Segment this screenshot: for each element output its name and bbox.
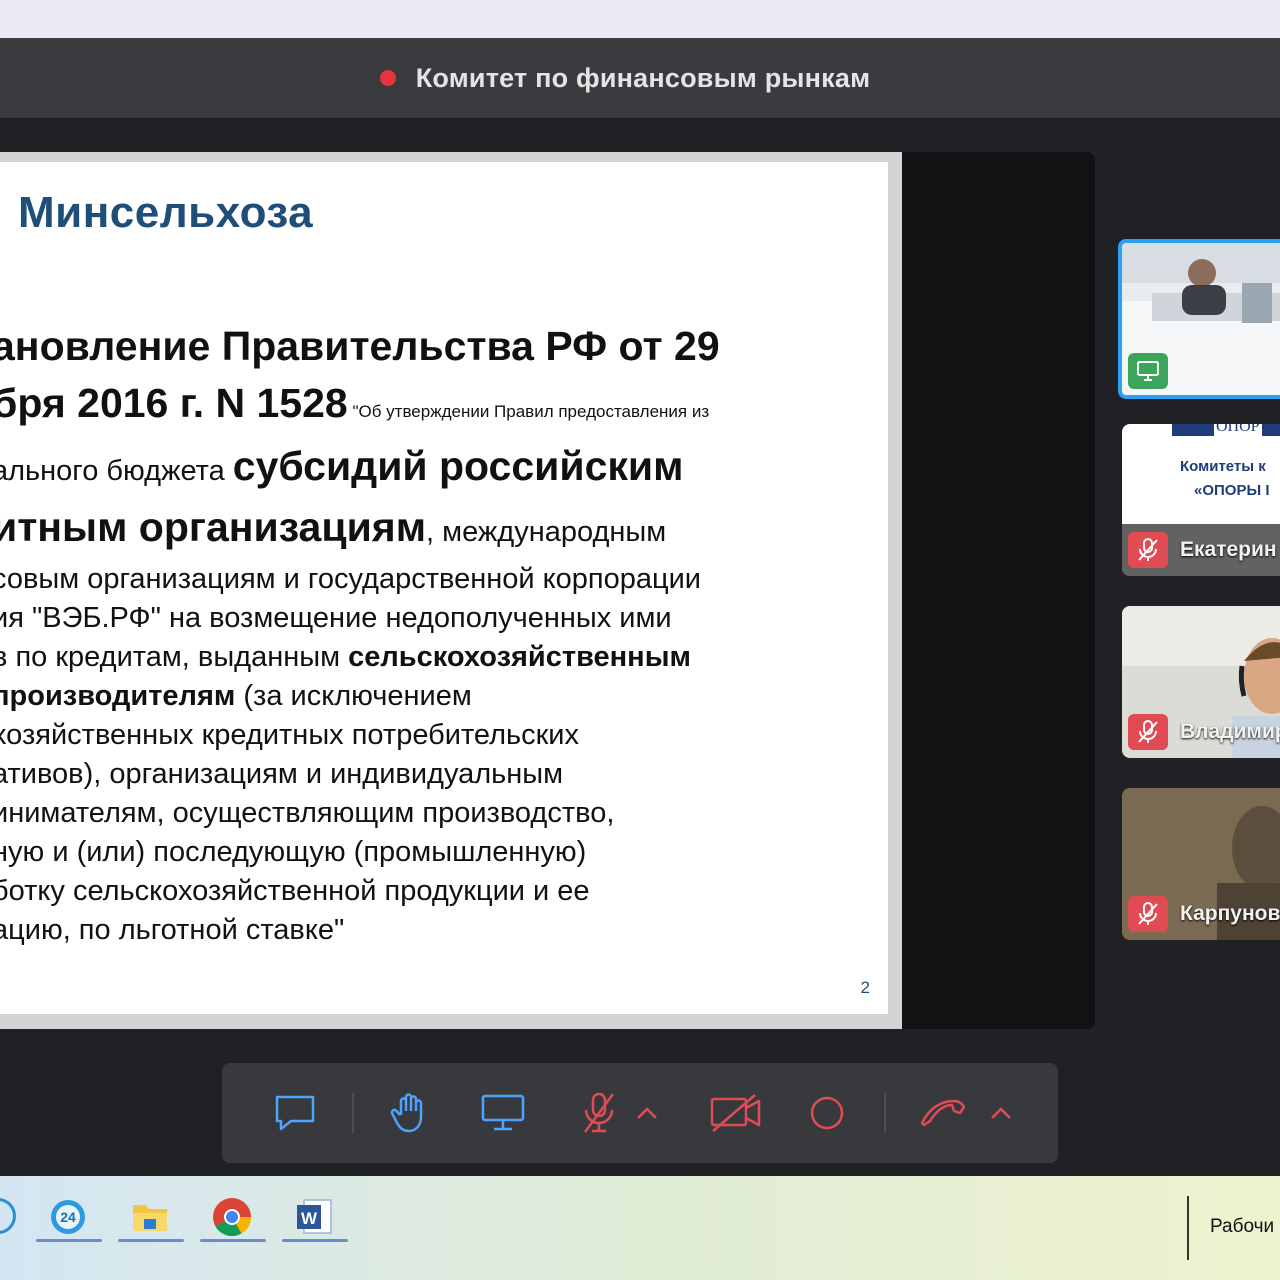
slide-text-run: итным организациям	[0, 504, 427, 550]
slide-text-line: бря 2016 г. N 1528 "Об утверждении Прави…	[0, 377, 888, 438]
slide-text-run: "Об утверждении Правил предоставления из	[347, 402, 710, 421]
shared-slide: Минсельхоза ановление Правительства РФ о…	[0, 152, 902, 1029]
taskbar-word[interactable]: W	[284, 1191, 344, 1243]
opora-logo-text: ОПОР	[1214, 424, 1262, 436]
mic-off-icon	[1138, 720, 1158, 743]
top-strip	[0, 0, 1280, 38]
raise-hand-button[interactable]	[384, 1088, 434, 1138]
participant-tile[interactable]: ОПОР Комитеты к «ОПОРЫ I Екатерин	[1122, 424, 1280, 576]
slide-text-run: инимателям, осуществляющим производство,	[0, 797, 615, 829]
share-screen-button[interactable]	[478, 1088, 528, 1138]
screen-share-icon	[481, 1094, 525, 1131]
slide-text-run: ботку сельскохозяйственной продукции и е…	[0, 875, 590, 907]
mic-off-badge	[1128, 714, 1168, 750]
meeting-title-bar: Комитет по финансовым рынкам	[0, 38, 1280, 118]
meeting-toolbar	[222, 1063, 1058, 1163]
slide-text-line: инимателям, осуществляющим производство,	[0, 794, 888, 833]
taskbar-file-explorer[interactable]	[120, 1191, 180, 1243]
slide-page-number: 2	[860, 978, 870, 997]
word-icon: W	[297, 1199, 332, 1234]
taskbar-app-24[interactable]: 24	[38, 1191, 98, 1243]
mic-off-icon	[1138, 902, 1158, 925]
chrome-icon	[213, 1198, 252, 1237]
slide-text-line: ботку сельскохозяйственной продукции и е…	[0, 872, 888, 911]
slide-text-line: ативов), организациям и индивидуальным	[0, 755, 888, 794]
slide-text-run: бря 2016 г. N 1528	[0, 380, 348, 426]
slide-text-line: ную и (или) последующую (промышленную)	[0, 833, 888, 872]
slide-text-run: ановление Правительства РФ от 29	[0, 323, 720, 369]
slide-text-run: ального бюджета	[0, 455, 233, 487]
slide-text-run: хозяйственных кредитных потребительских	[0, 719, 579, 751]
record-button[interactable]	[802, 1088, 852, 1138]
participant-name: Владимир	[1180, 720, 1280, 743]
partial-app-icon[interactable]	[0, 1198, 16, 1234]
24-app-icon: 24	[51, 1200, 85, 1234]
slide-text-run: сельскохозяйственным	[348, 641, 691, 673]
slide-text-run: ия "ВЭБ.РФ" на возмещение недополученных…	[0, 602, 672, 634]
taskbar-divider	[1187, 1196, 1189, 1260]
slide-page: Минсельхоза ановление Правительства РФ о…	[0, 162, 888, 1014]
slide-heading: Минсельхоза	[18, 188, 314, 237]
slide-text-line: ального бюджета субсидий российским	[0, 438, 888, 499]
record-icon	[810, 1096, 844, 1130]
slide-text-line: итным организациям, международным	[0, 499, 888, 560]
desktop-toolbar-label[interactable]: Рабочи	[1210, 1216, 1274, 1238]
slide-text-run: , международным	[426, 516, 667, 548]
meeting-title: Комитет по финансовым рынкам	[415, 62, 871, 93]
mic-off-icon	[1138, 538, 1158, 561]
participant-name: Екатерин	[1180, 538, 1277, 561]
slide-text-line: ацию, по льготной ставке"	[0, 911, 888, 950]
svg-text:W: W	[301, 1209, 318, 1228]
slide-text-run: ную и (или) последующую (промышленную)	[0, 836, 587, 868]
slide-text-line: ия "ВЭБ.РФ" на возмещение недополученных…	[0, 599, 888, 638]
slide-text-line: производителям (за исключением	[0, 677, 888, 716]
slide-body: ановление Правительства РФ от 29 бря 2016…	[0, 320, 888, 950]
participant-name: Карпунов	[1180, 902, 1280, 925]
recording-indicator-icon	[379, 70, 396, 86]
raise-hand-icon	[390, 1093, 423, 1133]
slide-text-run: в по кредитам, выданным	[0, 641, 349, 673]
leave-options-button[interactable]	[986, 1088, 1016, 1138]
camera-off-icon	[710, 1094, 761, 1132]
mic-off-badge	[1128, 896, 1168, 932]
leave-call-icon	[920, 1099, 966, 1127]
slide-text-line: совым организациям и государственной кор…	[0, 560, 888, 599]
slide-text-run: (за исключением	[235, 680, 472, 712]
slide-thumb-line: Комитеты к	[1180, 458, 1266, 475]
microphone-options-button[interactable]	[632, 1088, 662, 1138]
slide-text-line: ановление Правительства РФ от 29	[0, 320, 888, 377]
slide-text-run: производителям	[0, 680, 236, 712]
mic-off-icon	[583, 1092, 615, 1133]
microphone-button[interactable]	[574, 1088, 624, 1138]
slide-text-line: в по кредитам, выданным сельскохозяйстве…	[0, 638, 888, 677]
chat-button[interactable]	[270, 1088, 320, 1138]
slide-text-run: ацию, по льготной ставке"	[0, 914, 345, 946]
slide-thumb-line: «ОПОРЫ I	[1194, 482, 1270, 499]
slide-text-line: хозяйственных кредитных потребительских	[0, 716, 888, 755]
participant-tile[interactable]: Карпунов	[1122, 788, 1280, 940]
slide-text-run: субсидий российским	[232, 443, 684, 489]
slide-text-run: ативов), организациям и индивидуальным	[0, 758, 564, 790]
mic-off-badge	[1128, 532, 1168, 568]
chevron-up-icon	[991, 1107, 1011, 1119]
file-explorer-icon	[133, 1205, 167, 1231]
camera-button[interactable]	[708, 1088, 764, 1138]
participant-tile[interactable]: Владимир	[1122, 606, 1280, 758]
slide-text-run: совым организациям и государственной кор…	[0, 563, 701, 595]
leave-call-button[interactable]	[918, 1088, 968, 1138]
screen-share-icon	[1137, 361, 1159, 381]
participant-tile-active[interactable]	[1118, 239, 1280, 399]
chat-icon	[275, 1095, 315, 1131]
chevron-up-icon	[637, 1107, 657, 1119]
taskbar-chrome[interactable]	[202, 1191, 262, 1243]
screen-share-badge	[1128, 353, 1168, 389]
svg-text:24: 24	[60, 1209, 76, 1225]
os-taskbar: 24 W Рабочи	[0, 1176, 1280, 1280]
